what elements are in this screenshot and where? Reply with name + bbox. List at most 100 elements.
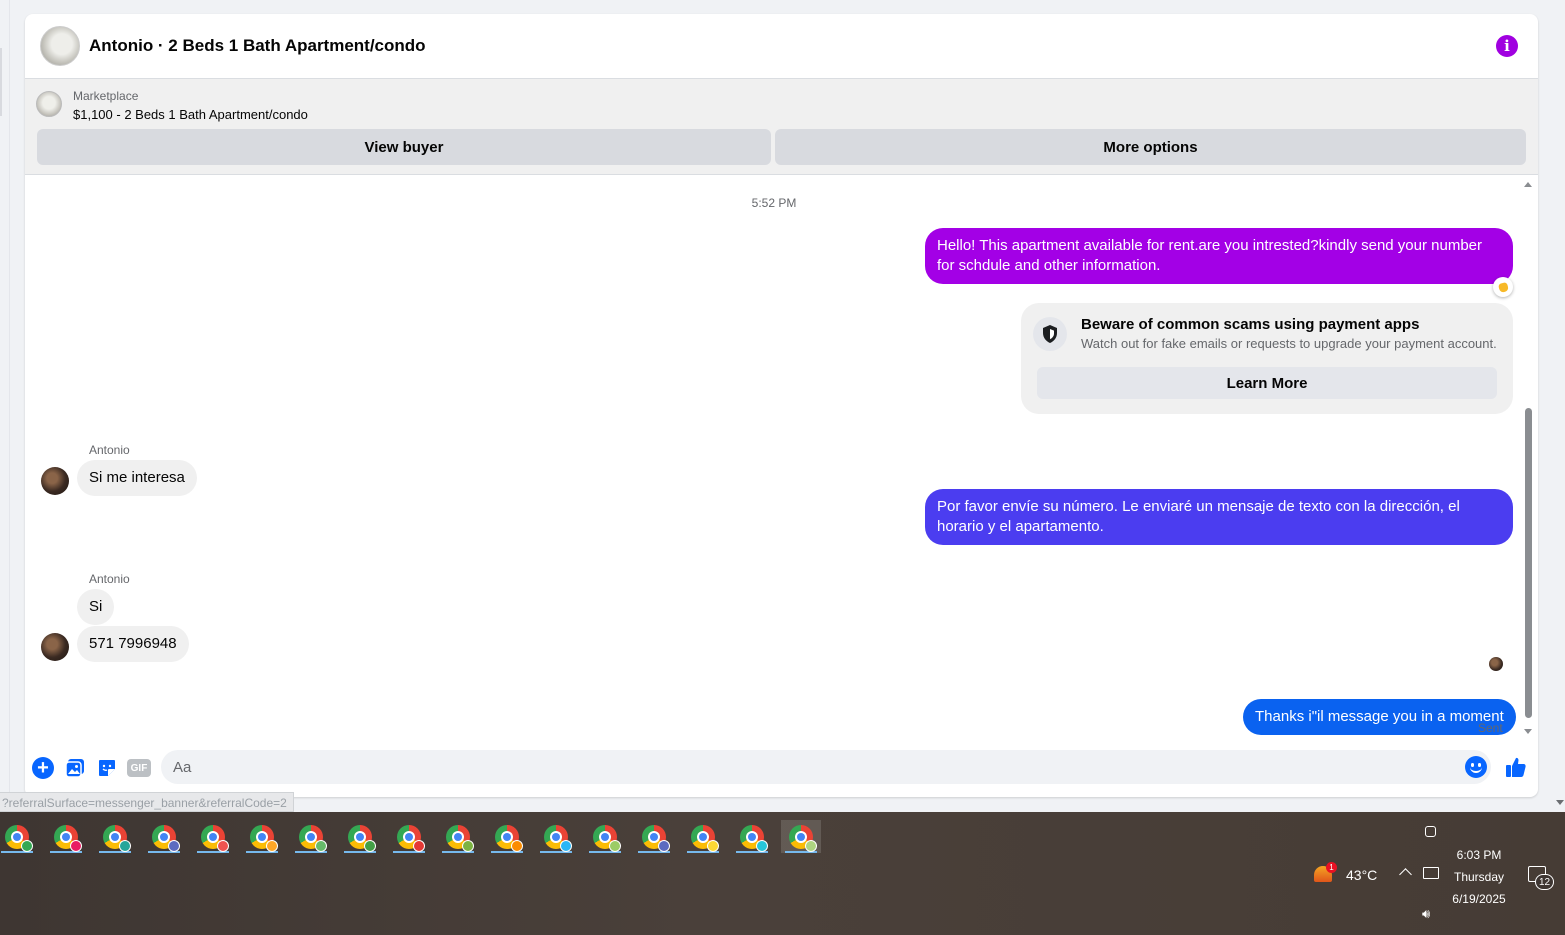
taskbar-chrome-button[interactable]: [536, 820, 576, 853]
incoming-message[interactable]: 571 7996948: [77, 626, 189, 662]
taskbar-chrome-button[interactable]: [193, 820, 233, 853]
message-timestamp: 5:52 PM: [751, 196, 797, 210]
learn-more-button[interactable]: Learn More: [1037, 367, 1497, 399]
view-buyer-button[interactable]: View buyer: [37, 129, 771, 165]
chrome-profile-badge-icon: [315, 839, 327, 852]
chrome-profile-badge-icon: [707, 839, 719, 852]
chrome-icon: [152, 824, 180, 852]
clock-date: 6/19/2025: [1452, 892, 1506, 906]
message-thread: 5:52 PM Hello! This apartment available …: [25, 176, 1538, 744]
conversation-title[interactable]: Antonio · 2 Beds 1 Bath Apartment/condo: [89, 36, 426, 56]
scroll-down-arrow-icon[interactable]: [1524, 729, 1532, 734]
conversation-avatar[interactable]: [40, 26, 80, 66]
like-thumbs-up-icon[interactable]: [1505, 756, 1527, 778]
chrome-profile-badge-icon: [756, 839, 768, 852]
chrome-icon: [593, 824, 621, 852]
chrome-profile-badge-icon: [462, 839, 474, 852]
show-hidden-icons-chevron-icon[interactable]: [1399, 868, 1412, 881]
emoji-icon[interactable]: [1465, 756, 1487, 778]
shield-icon: [1033, 317, 1067, 351]
scrollbar-thumb[interactable]: [1525, 408, 1532, 718]
chrome-icon: [201, 824, 229, 852]
scroll-up-arrow-icon[interactable]: [1524, 182, 1532, 187]
taskbar-chrome-button[interactable]: [438, 820, 478, 853]
plus-icon[interactable]: +: [32, 757, 54, 779]
clock-time: 6:03 PM: [1456, 848, 1502, 862]
photo-icon[interactable]: [64, 757, 86, 779]
taskbar-chrome-button[interactable]: [732, 820, 772, 853]
conversation-panel: Antonio · 2 Beds 1 Bath Apartment/condo …: [25, 14, 1538, 797]
notification-count-badge: 12: [1535, 874, 1554, 890]
chrome-icon: [740, 824, 768, 852]
more-options-button[interactable]: More options: [775, 129, 1526, 165]
chrome-profile-badge-icon: [168, 839, 180, 852]
chrome-icon: [299, 824, 327, 852]
taskbar-chrome-button[interactable]: [634, 820, 674, 853]
volume-icon[interactable]: 🔊︎: [1422, 906, 1430, 922]
chrome-profile-badge-icon: [217, 839, 229, 852]
marketplace-listing-banner: Marketplace $1,100 - 2 Beds 1 Bath Apart…: [25, 79, 1538, 175]
chrome-icon: [5, 824, 33, 852]
sticker-icon[interactable]: [96, 757, 118, 779]
taskbar-chrome-button[interactable]: [46, 820, 86, 853]
chrome-icon: [54, 824, 82, 852]
taskbar-chrome-button[interactable]: [291, 820, 331, 853]
taskbar-chrome-button[interactable]: [144, 820, 184, 853]
scam-warning-title: Beware of common scams using payment app…: [1081, 316, 1420, 333]
outgoing-message[interactable]: Hello! This apartment available for rent…: [925, 228, 1513, 284]
incoming-message[interactable]: Si: [77, 589, 115, 625]
chrome-icon: [789, 824, 817, 852]
sender-avatar[interactable]: [41, 633, 69, 661]
listing-thumbnail[interactable]: [36, 91, 62, 117]
sender-avatar[interactable]: [41, 467, 69, 495]
chrome-profile-badge-icon: [511, 839, 523, 852]
weather-icon[interactable]: 1: [1314, 862, 1337, 882]
system-clock[interactable]: 6:03 PM Thursday 6/19/2025: [1440, 844, 1518, 910]
reaction-thumbs-up-icon[interactable]: [1493, 277, 1513, 297]
chrome-icon: [397, 824, 425, 852]
chrome-profile-badge-icon: [658, 839, 670, 852]
chrome-icon: [495, 824, 523, 852]
sent-status-label: Sent: [1478, 721, 1503, 735]
chrome-profile-badge-icon: [609, 839, 621, 852]
meet-now-icon[interactable]: [1425, 826, 1436, 837]
taskbar-chrome-button[interactable]: [95, 820, 135, 853]
chrome-icon: [250, 824, 278, 852]
chrome-profile-badge-icon: [560, 839, 572, 852]
chrome-icon: [103, 824, 131, 852]
chrome-icon: [544, 824, 572, 852]
chrome-icon: [642, 824, 670, 852]
message-composer: + GIF: [25, 744, 1538, 797]
taskbar-chrome-button[interactable]: [781, 820, 821, 853]
taskbar-chrome-button[interactable]: [487, 820, 527, 853]
chrome-profile-badge-icon: [119, 839, 131, 852]
taskbar: 1 43°C 🔊︎ 6:03 PM Thursday 6/19/2025 12: [0, 812, 1565, 935]
gif-icon[interactable]: GIF: [127, 759, 151, 777]
chrome-profile-badge-icon: [21, 839, 33, 852]
conversation-header: Antonio · 2 Beds 1 Bath Apartment/condo …: [25, 14, 1538, 79]
taskbar-chrome-button[interactable]: [389, 820, 429, 853]
taskbar-chrome-button[interactable]: [340, 820, 380, 853]
incoming-message[interactable]: Si me interesa: [77, 460, 197, 496]
chrome-profile-badge-icon: [413, 839, 425, 852]
taskbar-chrome-button[interactable]: [0, 820, 37, 853]
scam-warning-card: Beware of common scams using payment app…: [1021, 303, 1513, 414]
listing-price-title[interactable]: $1,100 - 2 Beds 1 Bath Apartment/condo: [73, 107, 308, 122]
taskbar-chrome-button[interactable]: [585, 820, 625, 853]
status-bar-url: ?referralSurface=messenger_banner&referr…: [0, 792, 294, 812]
weather-badge: 1: [1326, 862, 1337, 873]
info-icon[interactable]: i: [1496, 35, 1518, 57]
left-edge-marker: [0, 48, 2, 116]
message-input[interactable]: [161, 750, 1491, 784]
weather-temperature[interactable]: 43°C: [1346, 867, 1377, 883]
chrome-profile-badge-icon: [266, 839, 278, 852]
thread-scrollbar[interactable]: [1522, 180, 1534, 736]
outgoing-message[interactable]: Thanks i"il message you in a moment: [1243, 699, 1516, 735]
network-icon[interactable]: [1423, 867, 1439, 879]
outgoing-message[interactable]: Por favor envíe su número. Le enviaré un…: [925, 489, 1513, 545]
page-scroll-down-arrow-icon[interactable]: [1556, 800, 1564, 805]
chrome-profile-badge-icon: [364, 839, 376, 852]
chrome-icon: [691, 824, 719, 852]
taskbar-chrome-button[interactable]: [683, 820, 723, 853]
taskbar-chrome-button[interactable]: [242, 820, 282, 853]
